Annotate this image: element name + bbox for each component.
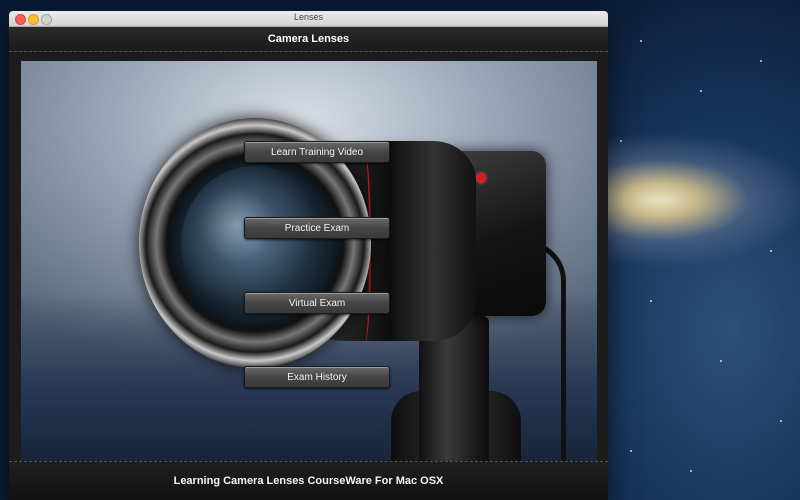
page-title: Camera Lenses [267,33,350,45]
exam-history-button[interactable]: Exam History [244,366,390,388]
camera-record-button-icon [476,173,486,183]
virtual-exam-button[interactable]: Virtual Exam [244,292,390,314]
main-content: Learn Training Video Practice Exam Virtu… [21,61,597,462]
window-title: Lenses [293,12,324,22]
title-bar[interactable]: Lenses [9,11,608,27]
app-window: Lenses Camera Lenses Learn Training Vide… [9,11,608,500]
footer-text: Learning Camera Lenses CourseWare For Ma… [173,475,444,487]
app-header: Camera Lenses [9,27,608,52]
practice-exam-button[interactable]: Practice Exam [244,217,390,239]
learn-training-video-button[interactable]: Learn Training Video [244,141,390,163]
app-footer: Learning Camera Lenses CourseWare For Ma… [9,461,608,500]
